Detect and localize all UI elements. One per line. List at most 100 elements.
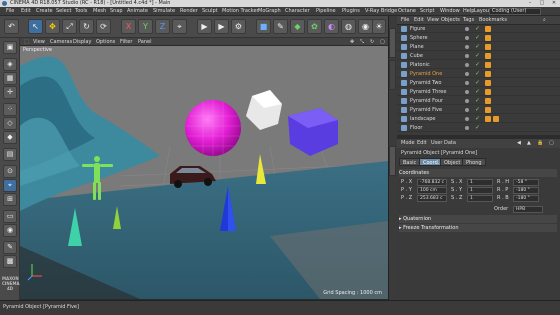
viewport-move-icon[interactable]: ✥ [350,38,354,46]
list-item[interactable]: Plane ✓ [397,43,560,51]
snap-icon[interactable]: ⊙ [3,165,17,178]
attr-up-icon[interactable]: ▲ [527,139,531,148]
list-item[interactable]: Figure ✓ [397,25,560,33]
menu-vray-bridge[interactable]: V-Ray Bridge [365,7,397,16]
render-settings-icon[interactable]: ⚙ [231,19,246,34]
menu-simulate[interactable]: Simulate [153,7,175,16]
tab-phong[interactable]: Phong [462,158,486,166]
list-item[interactable]: Cube ✓ [397,52,560,60]
menu-select[interactable]: Select [56,7,71,16]
scene-icon[interactable]: ◍ [341,19,356,34]
menu-script[interactable]: Script [420,7,435,16]
viewport-menu-cameras[interactable]: Cameras [50,38,72,46]
rot-b-field[interactable]: -180 ° [513,195,539,202]
light-icon[interactable]: ☀ [372,19,386,34]
order-select[interactable]: HPB [513,206,543,213]
viewport-toggle-icon[interactable]: ▢ [380,38,385,46]
edges-mode-icon[interactable]: ◇ [3,117,17,130]
quaternion-section[interactable]: ▸ Quaternion [399,215,557,223]
rotate-icon[interactable]: ↻ [79,19,94,34]
om-menu-tags[interactable]: Tags [463,16,474,25]
menu-character[interactable]: Character [285,7,310,16]
menu-plugins[interactable]: Plugins [342,7,360,16]
close-button[interactable]: ✕ [548,0,560,7]
menu-tools[interactable]: Tools [75,7,87,16]
deformer-icon[interactable]: ◐ [324,19,339,34]
menu-sculpt[interactable]: Sculpt [202,7,218,16]
viewport-menu-display[interactable]: Display [73,38,91,46]
scale-y-field[interactable]: 1 [467,187,493,194]
perspective-viewport[interactable]: Perspective Grid Spacing : 1000 cm [20,46,388,299]
menu-create[interactable]: Create [36,7,53,16]
list-item[interactable]: landscape ✓ [397,115,560,123]
om-search-icon[interactable]: ⌕ [543,16,546,25]
viewport-menu-view[interactable]: View [33,38,45,46]
viewport-menu-panel[interactable]: Panel [138,38,152,46]
pos-z-field[interactable]: 253.683 c [417,195,447,202]
polygons-mode-icon[interactable]: ◆ [3,131,17,144]
menu-help[interactable]: Help [463,7,474,16]
locked-workplane-icon[interactable]: ⊞ [3,193,17,206]
maximize-button[interactable]: □ [536,0,548,7]
attr-menu-user-data[interactable]: User Data [431,139,456,148]
z-axis-icon[interactable]: Z [155,19,170,34]
rot-h-field[interactable]: -58 ° [513,179,539,186]
grid-icon[interactable]: ▩ [3,255,17,268]
planar-icon[interactable]: ▭ [3,210,17,223]
axis-mode-icon[interactable]: ✛ [3,86,17,99]
pointer-icon[interactable]: ↖ [28,19,43,34]
model-mode-icon[interactable]: ◈ [3,58,17,71]
render-view-icon[interactable]: ▶ [197,19,212,34]
paint-icon[interactable]: ✎ [3,241,17,254]
list-item[interactable]: Pyramid Five ✓ [397,106,560,114]
minimize-button[interactable]: – [524,0,536,7]
om-menu-objects[interactable]: Objects [441,16,460,25]
menu-snap[interactable]: Snap [110,7,123,16]
viewport-zoom-icon[interactable]: ⤡ [360,38,364,46]
subdivide-icon[interactable]: ◆ [290,19,305,34]
attr-back-icon[interactable]: ◀ [517,139,521,148]
om-menu-view[interactable]: View [427,16,439,25]
undo-icon[interactable]: ↶ [4,19,19,34]
om-menu-edit[interactable]: Edit [414,16,424,25]
viewport-nav-icon[interactable]: ⬚ [24,38,29,46]
scale-x-field[interactable]: 1 [467,179,493,186]
pen-icon[interactable]: ✎ [273,19,288,34]
move-icon[interactable]: ✥ [45,19,60,34]
list-item[interactable]: Floor ✓ [397,124,560,132]
list-item[interactable]: Pyramid Three ✓ [397,88,560,96]
scale-icon[interactable]: ⤢ [62,19,77,34]
om-menu-bookmarks[interactable]: Bookmarks [479,16,507,25]
menu-window[interactable]: Window [440,7,460,16]
uv-mode-icon[interactable]: ▤ [3,148,17,161]
freeze-transformation-section[interactable]: ▸ Freeze Transformation [399,224,557,232]
texture-mode-icon[interactable]: ▦ [3,72,17,85]
camera-icon[interactable]: ◉ [358,19,373,34]
render-active-icon[interactable]: ▶ [214,19,229,34]
rot-p-field[interactable]: -180 ° [513,187,539,194]
om-menu-file[interactable]: File [401,16,409,25]
takes-tab[interactable] [389,60,396,90]
workplane-icon[interactable]: ⌖ [3,179,17,192]
list-item[interactable]: Pyramid Two ✓ [397,79,560,87]
recent-icon[interactable]: ⟳ [96,19,111,34]
list-item[interactable]: Pyramid One ✓ [397,70,560,78]
points-mode-icon[interactable]: ⁘ [3,103,17,116]
menu-animate[interactable]: Animate [127,7,148,16]
menu-edit[interactable]: Edit [21,7,31,16]
coord-icon[interactable]: ⌖ [172,19,187,34]
menu-file[interactable]: File [6,7,14,16]
menu-mesh[interactable]: Mesh [93,7,106,16]
attributes-tab[interactable] [389,146,396,176]
layout-select[interactable]: Coding (User) [489,8,541,15]
pos-x-field[interactable]: -768.832 c [417,179,447,186]
tab-basic[interactable]: Basic [399,158,421,166]
attr-menu-edit[interactable]: Edit [417,139,427,148]
list-item[interactable]: Platonic ✓ [397,61,560,69]
cube-icon[interactable]: ■ [256,19,271,34]
attr-menu-mode[interactable]: Mode [401,139,415,148]
menu-render[interactable]: Render [180,7,198,16]
x-axis-icon[interactable]: X [121,19,136,34]
attr-lock-icon[interactable]: 🔒 [537,139,543,148]
menu-pipeline[interactable]: Pipeline [316,7,336,16]
